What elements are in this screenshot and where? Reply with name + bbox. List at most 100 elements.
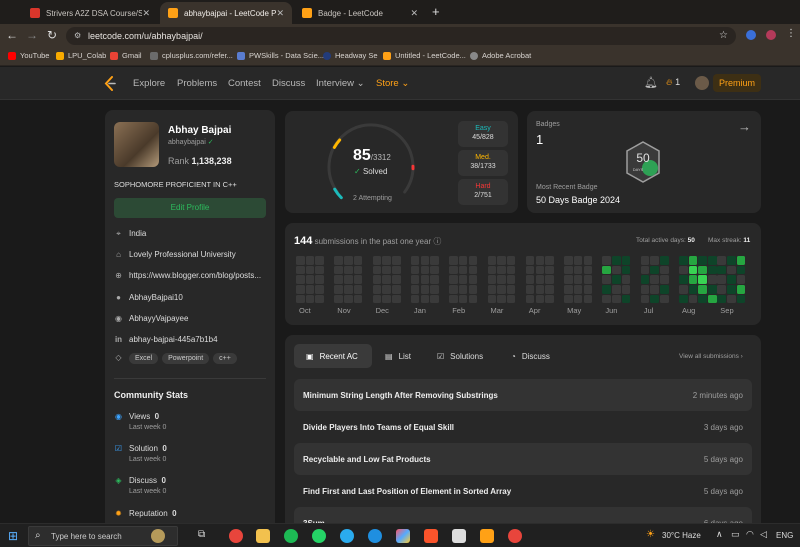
heatmap-cell[interactable] <box>660 256 669 265</box>
heatmap-cell[interactable] <box>545 265 554 275</box>
heatmap-cell[interactable] <box>708 285 717 294</box>
whatsapp-icon[interactable] <box>312 529 326 543</box>
heatmap-cell[interactable] <box>525 285 535 294</box>
heatmap-cell[interactable] <box>535 256 544 265</box>
heatmap-cell[interactable] <box>458 275 468 284</box>
heatmap-cell[interactable] <box>583 265 592 275</box>
site-info-icon[interactable]: ⚙ <box>74 27 81 45</box>
heatmap-cell[interactable] <box>545 285 554 294</box>
taskbar-search-input[interactable]: ⌕ Type here to search <box>28 526 178 546</box>
wifi-icon[interactable]: ◠ <box>746 529 754 540</box>
heatmap-cell[interactable] <box>621 285 631 294</box>
notification-bell-icon[interactable]: 🔔︎ <box>644 76 658 89</box>
heatmap-cell[interactable] <box>640 275 650 284</box>
heatmap-cell[interactable] <box>612 275 621 284</box>
heatmap-cell[interactable] <box>372 256 382 265</box>
heatmap-cell[interactable] <box>612 294 621 304</box>
heatmap-cell[interactable] <box>382 265 391 275</box>
heatmap-cell[interactable] <box>698 285 707 294</box>
heatmap-cell[interactable] <box>535 275 544 284</box>
heatmap-cell[interactable] <box>612 285 621 294</box>
heatmap-cell[interactable] <box>372 275 382 284</box>
heatmap-cell[interactable] <box>487 256 496 265</box>
fifty-days-badge-icon[interactable]: 50 DAYS <box>624 140 662 184</box>
nav-store[interactable]: Store ⌄ <box>376 78 409 89</box>
submission-row[interactable]: Find First and Last Position of Element … <box>294 475 752 507</box>
heatmap-cell[interactable] <box>430 275 439 284</box>
heatmap-cell[interactable] <box>650 285 659 294</box>
heatmap-cell[interactable] <box>296 275 305 284</box>
language-indicator[interactable]: ENG <box>776 531 793 540</box>
heatmap-cell[interactable] <box>506 265 516 275</box>
heatmap-cell[interactable] <box>468 265 478 275</box>
heatmap-cell[interactable] <box>679 285 688 294</box>
heatmap-cell[interactable] <box>410 275 420 284</box>
tab-leetcode-profile[interactable]: abhaybajpai - LeetCode Profile ✕ <box>160 2 292 24</box>
heatmap-cell[interactable] <box>525 294 535 304</box>
heatmap-cell[interactable] <box>545 275 554 284</box>
heatmap-cell[interactable] <box>420 256 430 265</box>
heatmap-cell[interactable] <box>650 265 659 275</box>
heatmap-cell[interactable] <box>305 294 315 304</box>
heatmap-cell[interactable] <box>736 285 746 294</box>
heatmap-cell[interactable] <box>410 256 420 265</box>
nav-contest[interactable]: Contest <box>228 78 261 89</box>
heatmap-cell[interactable] <box>583 285 592 294</box>
heatmap-cell[interactable] <box>573 265 583 275</box>
heatmap-cell[interactable] <box>392 275 401 284</box>
heatmap-cell[interactable] <box>410 294 420 304</box>
skill-tag[interactable]: Excel <box>129 353 159 364</box>
medium-card[interactable]: Med. 38/1733 <box>458 150 508 176</box>
heatmap-cell[interactable] <box>736 265 746 275</box>
heatmap-cell[interactable] <box>688 265 698 275</box>
heatmap-cell[interactable] <box>353 275 363 284</box>
leetcode-logo-icon[interactable] <box>104 76 117 91</box>
heatmap-cell[interactable] <box>545 256 554 265</box>
hard-card[interactable]: Hard 2/751 <box>458 179 508 205</box>
heatmap-cell[interactable] <box>535 285 544 294</box>
heatmap-cell[interactable] <box>506 256 516 265</box>
profile-website[interactable]: ⊕ https://www.blogger.com/blog/posts... <box>114 271 261 280</box>
heatmap-cell[interactable] <box>640 265 650 275</box>
heatmap-cell[interactable] <box>497 285 506 294</box>
heatmap-cell[interactable] <box>430 294 439 304</box>
heatmap-cell[interactable] <box>602 275 611 284</box>
heatmap-cell[interactable] <box>430 256 439 265</box>
heatmap-cell[interactable] <box>458 294 468 304</box>
copilot-icon[interactable] <box>396 529 410 543</box>
url-input[interactable]: ⚙ leetcode.com/u/abhaybajpai/ ☆ <box>66 27 736 45</box>
heatmap-cell[interactable] <box>525 265 535 275</box>
heatmap-cell[interactable] <box>688 285 698 294</box>
heatmap-cell[interactable] <box>708 265 717 275</box>
heatmap-cell[interactable] <box>650 294 659 304</box>
heatmap-cell[interactable] <box>344 285 353 294</box>
heatmap-cell[interactable] <box>458 285 468 294</box>
heatmap-cell[interactable] <box>382 275 391 284</box>
edit-profile-button[interactable]: Edit Profile <box>114 198 266 218</box>
heatmap-cell[interactable] <box>382 285 391 294</box>
heatmap-cell[interactable] <box>315 275 324 284</box>
heatmap-cell[interactable] <box>717 294 726 304</box>
heatmap-cell[interactable] <box>698 275 707 284</box>
heatmap-cell[interactable] <box>487 285 496 294</box>
bookmark-adobe[interactable]: Adobe Acrobat <box>470 51 531 60</box>
heatmap-cell[interactable] <box>296 256 305 265</box>
heatmap-cell[interactable] <box>660 265 669 275</box>
heatmap-cell[interactable] <box>449 294 458 304</box>
heatmap-cell[interactable] <box>468 285 478 294</box>
chrome-icon[interactable] <box>229 529 243 543</box>
telegram-icon[interactable] <box>340 529 354 543</box>
heatmap-cell[interactable] <box>727 275 736 284</box>
chrome-icon[interactable] <box>508 529 522 543</box>
chevron-up-icon[interactable]: ∧ <box>716 529 723 540</box>
heatmap-cell[interactable] <box>688 256 698 265</box>
heatmap-cell[interactable] <box>344 275 353 284</box>
heatmap-cell[interactable] <box>410 285 420 294</box>
heatmap-cell[interactable] <box>449 285 458 294</box>
heatmap-cell[interactable] <box>727 294 736 304</box>
heatmap-cell[interactable] <box>372 294 382 304</box>
heatmap-cell[interactable] <box>698 265 707 275</box>
nav-interview[interactable]: Interview ⌄ <box>316 78 365 89</box>
heatmap-cell[interactable] <box>650 256 659 265</box>
nav-problems[interactable]: Problems <box>177 78 217 89</box>
